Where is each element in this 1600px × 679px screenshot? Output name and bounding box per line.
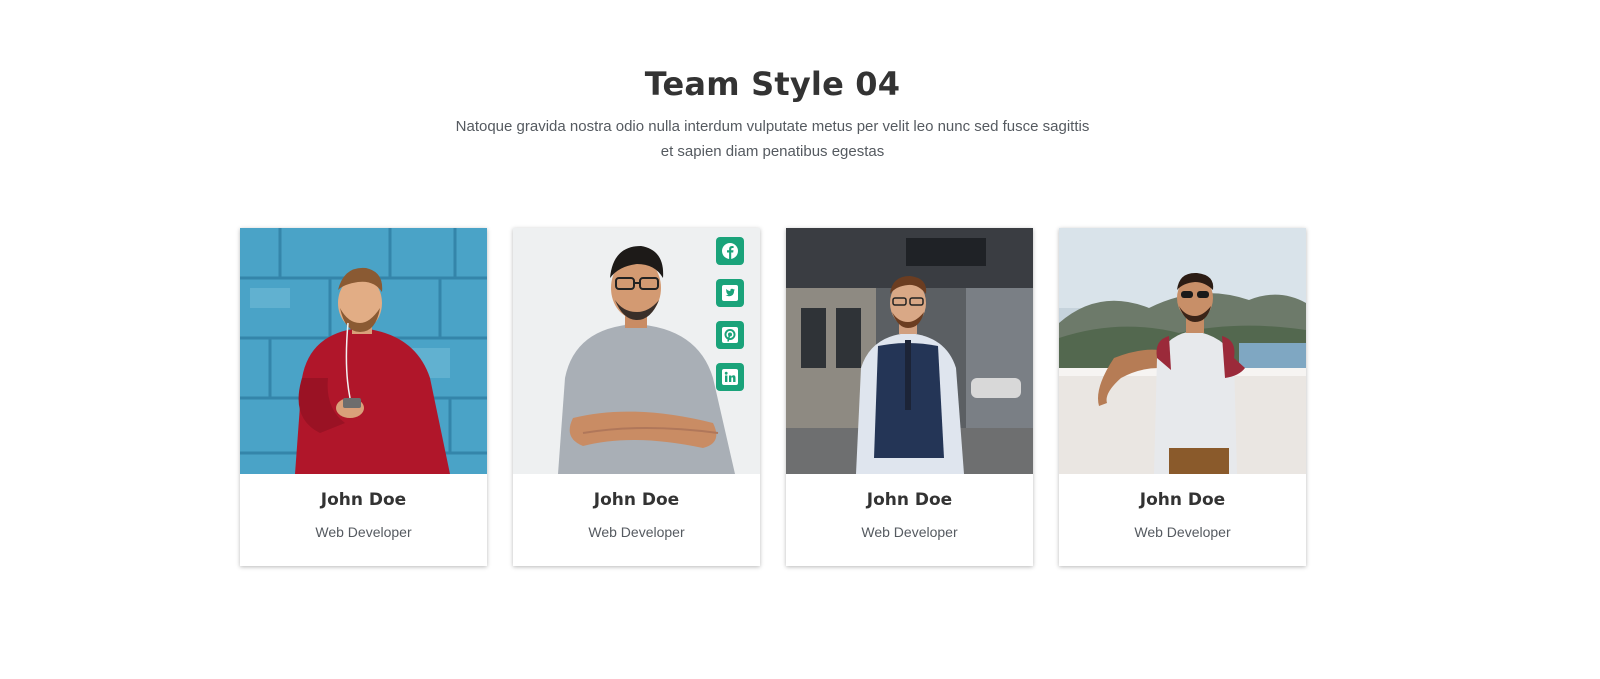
member-photo: [513, 228, 760, 474]
twitter-icon: [722, 285, 738, 301]
twitter-link[interactable]: [716, 279, 744, 307]
facebook-icon: [722, 243, 738, 259]
team-cards: John Doe Web Developer John Doe Web Deve…: [240, 228, 1310, 568]
team-card[interactable]: John Doe Web Developer: [240, 228, 487, 566]
team-card[interactable]: John Doe Web Developer: [1059, 228, 1306, 566]
member-name: John Doe: [593, 490, 680, 510]
member-role: Web Developer: [1134, 524, 1231, 540]
member-role: Web Developer: [588, 524, 685, 540]
member-photo: [786, 228, 1033, 474]
member-name: John Doe: [866, 490, 953, 510]
social-links: [716, 237, 744, 405]
team-card[interactable]: John Doe Web Developer: [513, 228, 760, 566]
section-header: Team Style 04 Natoque gravida nostra odi…: [0, 62, 1545, 164]
section-title: Team Style 04: [644, 65, 901, 103]
member-role: Web Developer: [861, 524, 958, 540]
section-subtitle: Natoque gravida nostra odio nulla interd…: [455, 118, 1090, 160]
member-name: John Doe: [320, 490, 407, 510]
member-role: Web Developer: [315, 524, 412, 540]
member-name: John Doe: [1139, 490, 1226, 510]
member-photo: [1059, 228, 1306, 474]
pinterest-link[interactable]: [716, 321, 744, 349]
team-section: Team Style 04 Natoque gravida nostra odi…: [0, 0, 1600, 679]
pinterest-icon: [722, 327, 738, 343]
member-photo: [240, 228, 487, 474]
team-card[interactable]: John Doe Web Developer: [786, 228, 1033, 566]
linkedin-link[interactable]: [716, 363, 744, 391]
facebook-link[interactable]: [716, 237, 744, 265]
linkedin-icon: [722, 369, 738, 385]
